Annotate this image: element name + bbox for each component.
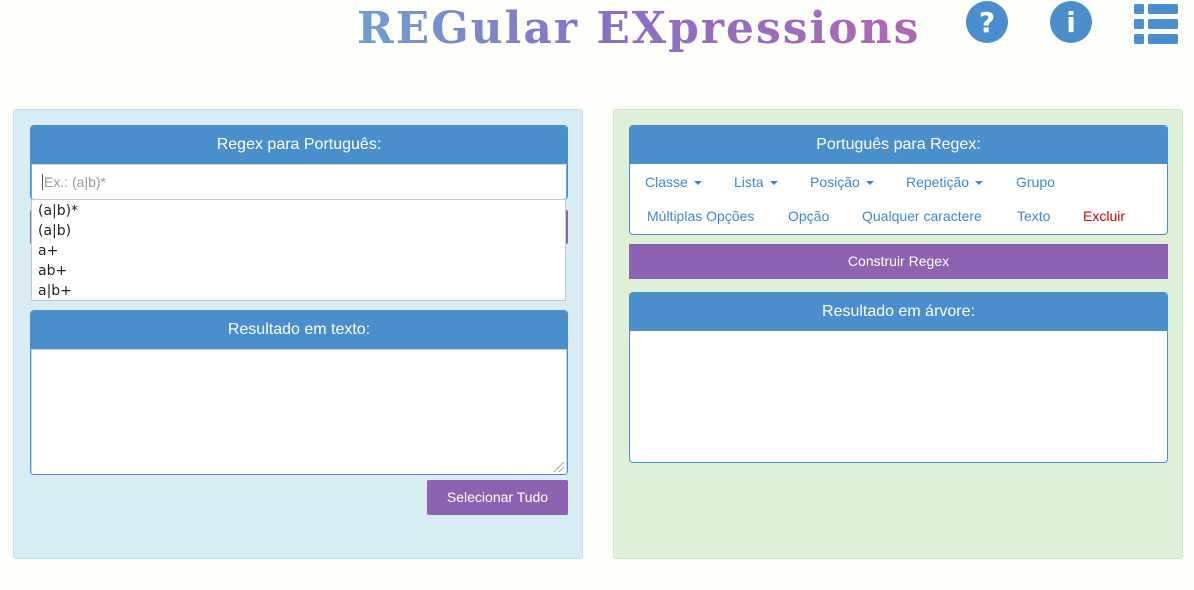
app-logo: REGular EXpressions [357,3,921,54]
tree-result-title: Resultado em árvore: [630,293,1167,331]
list-menu-icon[interactable] [1134,4,1178,44]
multiplas-opcoes-link[interactable]: Múltiplas Opções [647,201,754,231]
builder-nav-row-2: Múltiplas Opções Opção Qualquer caracter… [630,201,1167,231]
regex-input-placeholder: Ex.: (a|b)* [44,174,106,190]
classe-dropdown[interactable]: Classe [645,167,702,197]
suggestion-item[interactable]: a+ [32,241,565,261]
regex-card: Regex para Português: Ex.: (a|b)* [30,125,568,200]
grupo-link[interactable]: Grupo [1016,167,1055,197]
chevron-down-icon [865,181,874,186]
info-icon[interactable]: i [1050,1,1092,43]
chevron-down-icon [693,181,702,186]
suggestion-item[interactable]: ab+ [32,261,565,281]
portuguese-to-regex-panel: Português para Regex: Classe Lista Posiç… [613,109,1183,559]
chevron-down-icon [975,181,984,186]
text-result-textarea[interactable] [31,349,567,474]
suggestion-item[interactable]: (a|b)* [32,201,565,221]
text-result-card: Resultado em texto: [30,310,568,475]
lista-dropdown[interactable]: Lista [734,167,778,197]
help-icon[interactable]: ? [966,1,1008,43]
p2r-card-title: Português para Regex: [630,126,1167,164]
build-regex-button[interactable]: Construir Regex [629,244,1168,279]
regex-card-title: Regex para Português: [31,126,567,164]
repeticao-dropdown[interactable]: Repetição [906,167,984,197]
suggestion-item[interactable]: (a|b) [32,221,565,241]
texto-link[interactable]: Texto [1017,201,1050,231]
opcao-link[interactable]: Opção [788,201,829,231]
select-all-button[interactable]: Selecionar Tudo [427,480,568,515]
posicao-dropdown[interactable]: Posição [810,167,874,197]
chevron-down-icon [769,181,778,186]
text-result-title: Resultado em texto: [31,311,567,349]
text-caret [42,174,43,190]
excluir-link[interactable]: Excluir [1083,201,1125,231]
regex-input[interactable]: Ex.: (a|b)* [31,164,567,199]
qualquer-caractere-link[interactable]: Qualquer caractere [862,201,982,231]
resize-handle-icon[interactable] [554,462,564,472]
p2r-card: Português para Regex: Classe Lista Posiç… [629,125,1168,235]
regex-suggestions-dropdown[interactable]: (a|b)* (a|b) a+ ab+ a|b+ [31,199,566,301]
regex-to-portuguese-panel: Regex para Português: Ex.: (a|b)* (a|b)*… [13,109,583,559]
suggestion-item[interactable]: a|b+ [32,281,565,301]
tree-result-card: Resultado em árvore: [629,292,1168,463]
builder-nav-row-1: Classe Lista Posição Repetição Grupo [630,167,1167,197]
